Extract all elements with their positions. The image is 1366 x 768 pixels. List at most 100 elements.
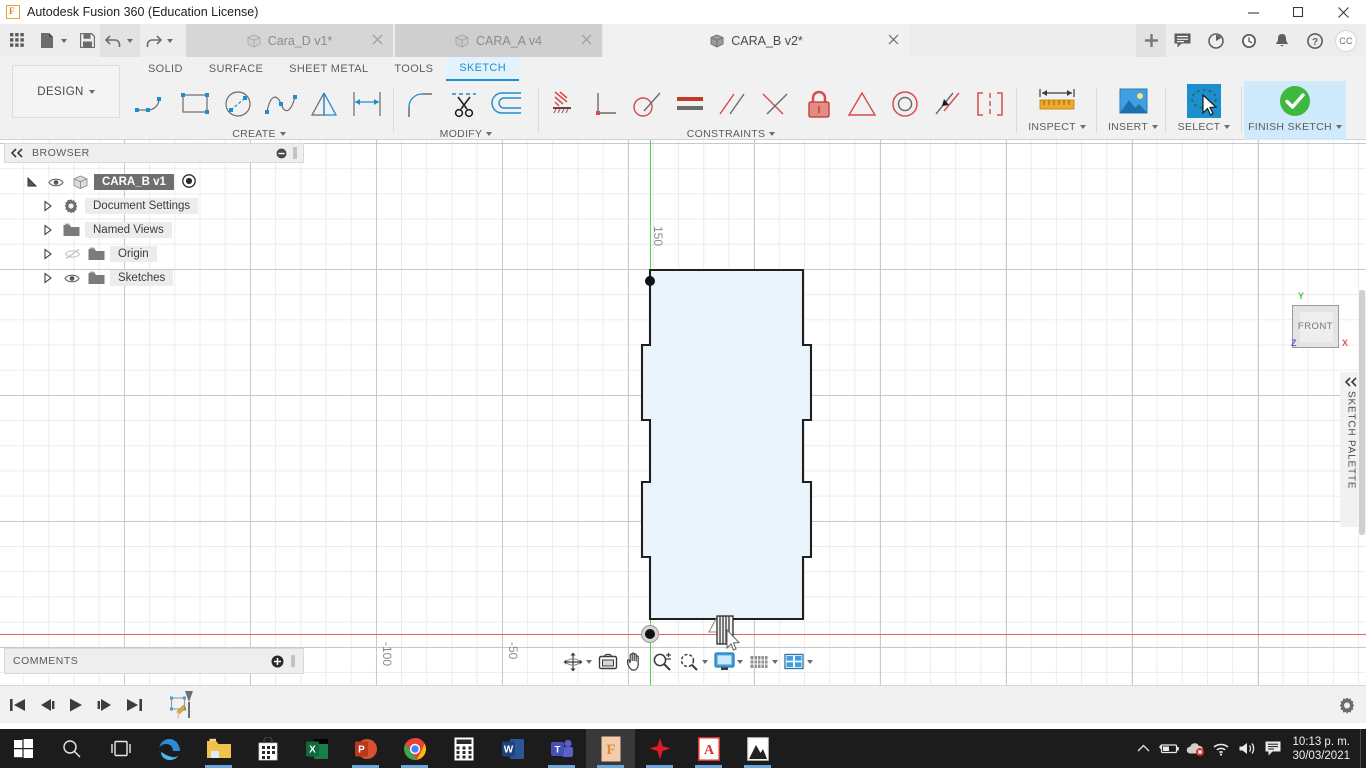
chevron-down-icon[interactable] bbox=[702, 659, 708, 664]
excel-app[interactable]: X bbox=[292, 729, 341, 768]
store-app[interactable] bbox=[243, 729, 292, 768]
redo-caret-icon[interactable] bbox=[167, 38, 173, 43]
file-explorer-app[interactable] bbox=[194, 729, 243, 768]
sketch-profile[interactable] bbox=[634, 268, 824, 650]
dimension-tool[interactable] bbox=[345, 82, 388, 126]
teams-app[interactable]: T bbox=[537, 729, 586, 768]
taskbar-clock[interactable]: 10:13 p. m. 30/03/2021 bbox=[1286, 735, 1360, 763]
timeline-settings-button[interactable] bbox=[1338, 686, 1356, 724]
show-hidden-icons-button[interactable] bbox=[1130, 744, 1156, 753]
chrome-app[interactable] bbox=[390, 729, 439, 768]
task-view-button[interactable] bbox=[96, 729, 145, 768]
panel-constraints-label[interactable]: CONSTRAINTS bbox=[601, 128, 861, 140]
circle-tool[interactable] bbox=[216, 82, 259, 126]
workspace-switcher-button[interactable]: DESIGN bbox=[12, 65, 120, 118]
bell-icon[interactable] bbox=[1265, 24, 1298, 57]
fix-constraint[interactable] bbox=[541, 82, 584, 126]
look-at-button[interactable] bbox=[595, 650, 621, 673]
action-center-icon[interactable] bbox=[1260, 741, 1286, 756]
panel-create-label[interactable]: CREATE bbox=[130, 128, 388, 140]
parallel-constraint[interactable] bbox=[711, 82, 754, 126]
tab-solid[interactable]: SOLID bbox=[135, 57, 196, 81]
perpendicular-constraint[interactable] bbox=[584, 82, 627, 126]
minimize-button[interactable] bbox=[1231, 0, 1276, 24]
document-tab-close-icon[interactable] bbox=[888, 34, 899, 45]
new-design-group[interactable] bbox=[34, 24, 74, 57]
fillet-tool[interactable] bbox=[398, 82, 442, 126]
tab-surface[interactable]: SURFACE bbox=[196, 57, 276, 81]
document-tab-close-icon[interactable] bbox=[372, 34, 383, 45]
save-button[interactable] bbox=[74, 24, 100, 57]
calculator-app[interactable] bbox=[439, 729, 488, 768]
chevron-down-icon[interactable] bbox=[586, 659, 592, 664]
acrobat-app[interactable]: A bbox=[684, 729, 733, 768]
comments-panel[interactable]: COMMENTS bbox=[4, 648, 304, 674]
arc-tool[interactable] bbox=[130, 82, 173, 126]
view-cube[interactable]: FRONT Y X Z bbox=[1291, 291, 1348, 348]
browser-item-document-settings[interactable]: Document Settings bbox=[4, 194, 304, 218]
search-button[interactable] bbox=[47, 729, 96, 768]
undo-caret-icon[interactable] bbox=[127, 38, 133, 43]
midpoint-constraint[interactable] bbox=[926, 82, 969, 126]
new-tab-button[interactable] bbox=[1136, 24, 1166, 57]
fit-button[interactable] bbox=[676, 650, 710, 673]
help-icon[interactable]: ? bbox=[1298, 24, 1331, 57]
pan-button[interactable] bbox=[622, 650, 648, 673]
fusion360-app[interactable]: F bbox=[586, 729, 635, 768]
mirror-tool[interactable] bbox=[302, 82, 345, 126]
skip-to-beginning-button[interactable] bbox=[8, 686, 28, 724]
onedrive-error-icon[interactable] bbox=[1182, 742, 1208, 756]
visibility-eye-icon[interactable] bbox=[62, 273, 82, 284]
job-status-icon[interactable] bbox=[1199, 24, 1232, 57]
tab-sketch[interactable]: SKETCH bbox=[446, 57, 519, 81]
comment-icon[interactable] bbox=[1166, 24, 1199, 57]
activate-component-radio[interactable] bbox=[182, 173, 196, 191]
user-avatar[interactable]: CC bbox=[1335, 29, 1357, 52]
rectangle-tool[interactable] bbox=[173, 82, 216, 126]
document-tab-close-icon[interactable] bbox=[581, 34, 592, 45]
expand-arrow-icon[interactable] bbox=[39, 272, 57, 284]
panel-insert[interactable]: INSERT bbox=[1105, 81, 1161, 140]
tangent-constraint[interactable] bbox=[626, 82, 669, 126]
offset-tool[interactable] bbox=[486, 82, 530, 126]
symmetry-constraint[interactable] bbox=[841, 82, 884, 126]
grid-snaps-button[interactable] bbox=[746, 650, 780, 673]
show-desktop-button[interactable] bbox=[1360, 729, 1366, 768]
wifi-icon[interactable] bbox=[1208, 742, 1234, 756]
tab-sheet-metal[interactable]: SHEET METAL bbox=[276, 57, 381, 81]
photos-app[interactable] bbox=[733, 729, 782, 768]
expand-arrow-icon[interactable] bbox=[39, 200, 57, 212]
expand-arrow-icon[interactable] bbox=[39, 224, 57, 236]
panel-select[interactable]: SELECT bbox=[1176, 81, 1232, 140]
close-button[interactable] bbox=[1321, 0, 1366, 24]
expand-arrow-icon[interactable] bbox=[39, 248, 57, 260]
browser-item-named-views[interactable]: Named Views bbox=[4, 218, 304, 242]
undo-group[interactable] bbox=[100, 24, 140, 57]
equal-constraint[interactable] bbox=[669, 82, 712, 126]
sketch-point-top[interactable] bbox=[645, 276, 655, 286]
chevron-down-icon[interactable] bbox=[737, 659, 743, 664]
canvas-scrollbar[interactable] bbox=[1358, 290, 1366, 535]
visibility-eye-off-icon[interactable] bbox=[62, 248, 82, 260]
trim-tool[interactable] bbox=[442, 82, 486, 126]
viewports-button[interactable] bbox=[781, 650, 815, 673]
history-icon[interactable] bbox=[1232, 24, 1265, 57]
edge-app[interactable] bbox=[145, 729, 194, 768]
browser-item-sketches[interactable]: Sketches bbox=[4, 266, 304, 290]
step-forward-button[interactable] bbox=[95, 686, 115, 724]
document-tab-1[interactable]: Cara_D v1* bbox=[186, 24, 393, 57]
browser-item-component[interactable]: CARA_B v1 bbox=[4, 170, 304, 194]
panel-modify-label[interactable]: MODIFY bbox=[398, 128, 534, 140]
data-panel-button[interactable] bbox=[0, 24, 34, 57]
redo-icon[interactable] bbox=[140, 34, 166, 48]
tab-tools[interactable]: TOOLS bbox=[381, 57, 446, 81]
redo-group[interactable] bbox=[140, 24, 180, 57]
curvature-constraint[interactable] bbox=[968, 82, 1011, 126]
volume-icon[interactable] bbox=[1234, 741, 1260, 756]
lock-constraint[interactable] bbox=[796, 82, 840, 126]
chevron-down-icon[interactable] bbox=[807, 659, 813, 664]
panel-inspect[interactable]: INSPECT bbox=[1028, 81, 1086, 140]
undo-icon[interactable] bbox=[100, 34, 126, 48]
powerpoint-app[interactable]: P bbox=[341, 729, 390, 768]
browser-item-origin[interactable]: Origin bbox=[4, 242, 304, 266]
